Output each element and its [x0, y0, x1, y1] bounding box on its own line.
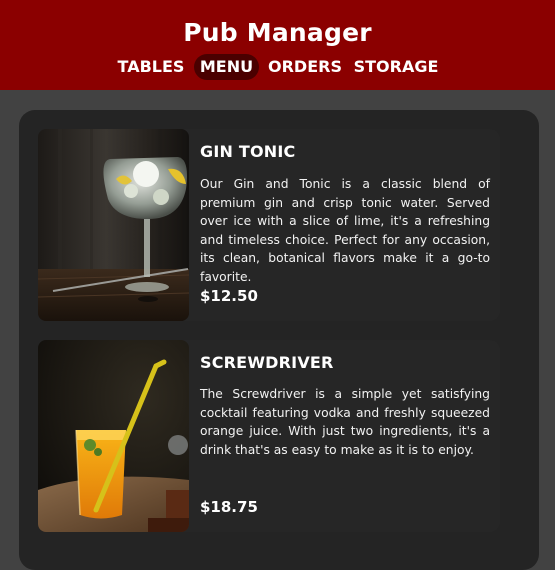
- nav-tab-storage[interactable]: STORAGE: [352, 54, 440, 80]
- menu-item-description: The Screwdriver is a simple yet satisfyi…: [200, 387, 490, 457]
- app-title: Pub Manager: [183, 18, 372, 47]
- app-header: Pub Manager TABLES MENU ORDERS STORAGE: [0, 0, 555, 90]
- nav-tab-orders[interactable]: ORDERS: [265, 54, 345, 80]
- screwdriver-image: [38, 340, 189, 532]
- menu-item-title: SCREWDRIVER: [200, 353, 334, 372]
- main-nav: TABLES MENU ORDERS STORAGE: [0, 54, 555, 80]
- menu-item-card[interactable]: GIN TONIC Our Gin and Tonic is a classic…: [38, 129, 500, 321]
- menu-item-card[interactable]: SCREWDRIVER The Screwdriver is a simple …: [38, 340, 500, 532]
- screwdriver-illustration: [38, 340, 189, 532]
- menu-item-price: $12.50: [200, 287, 258, 305]
- menu-item-title: GIN TONIC: [200, 142, 296, 161]
- gin-tonic-illustration: [38, 129, 189, 321]
- nav-tab-menu[interactable]: MENU: [194, 54, 259, 80]
- menu-item-description: Our Gin and Tonic is a classic blend of …: [200, 177, 490, 284]
- gin-tonic-image: [38, 129, 189, 321]
- menu-item-price: $18.75: [200, 498, 258, 516]
- nav-tab-tables[interactable]: TABLES: [112, 54, 190, 80]
